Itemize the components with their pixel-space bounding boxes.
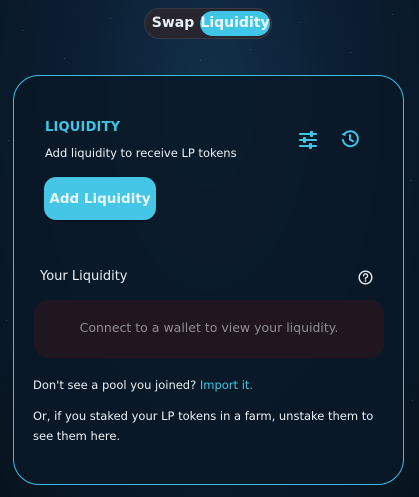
question-circle-icon[interactable] [358,270,373,285]
staked-tokens-note: Or, if you staked your LP tokens in a fa… [33,409,374,443]
liquidity-empty-state: Connect to a wallet to view your liquidi… [34,300,384,358]
history-clock-icon[interactable] [339,128,361,150]
empty-state-message: Connect to a wallet to view your liquidi… [79,320,339,335]
dont-see-text: Don't see a pool you joined? [33,378,197,392]
tab-liquidity[interactable]: Liquidity [200,11,270,36]
add-liquidity-button[interactable]: Add Liquidity [44,177,156,220]
import-pool-link[interactable]: Import it. [200,378,253,392]
sliders-icon[interactable] [297,129,319,151]
swap-liquidity-toggle: Swap Liquidity [144,8,272,39]
your-liquidity-heading: Your Liquidity [40,269,128,284]
tab-swap[interactable]: Swap [148,11,198,36]
liquidity-card: LIQUIDITY Add liquidity to receive LP to… [13,75,404,485]
card-title: LIQUIDITY [45,120,121,135]
card-subtitle: Add liquidity to receive LP tokens [45,146,237,160]
import-pool-prompt: Don't see a pool you joined? Import it. [33,378,253,392]
